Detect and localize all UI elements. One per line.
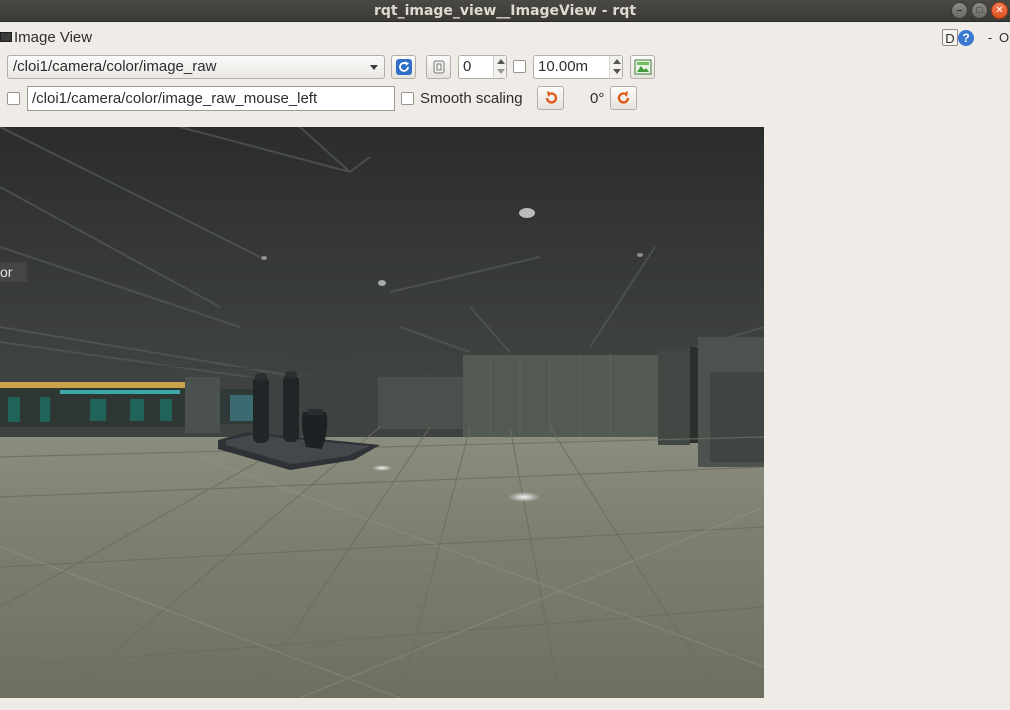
zoom-1-button[interactable] — [426, 55, 451, 79]
image-overlay-label: or — [0, 262, 27, 282]
smooth-scaling-checkbox[interactable] — [401, 92, 414, 105]
topic-select[interactable]: /cloi1/camera/color/image_raw — [7, 55, 385, 79]
window-minimize-button[interactable]: – — [951, 2, 968, 19]
zoom-icon — [433, 60, 444, 74]
plugin-minimize-button[interactable]: - — [985, 29, 995, 46]
help-icon[interactable]: ? — [958, 30, 974, 46]
rotate-right-button[interactable] — [610, 86, 637, 110]
save-image-icon — [634, 59, 651, 75]
rotate-left-icon — [545, 91, 557, 104]
max-range-value: 10.00m — [538, 58, 589, 75]
window-close-button[interactable]: ✕ — [991, 2, 1008, 19]
rotation-label: 0° — [590, 90, 605, 107]
dynamic-range-checkbox[interactable] — [513, 60, 526, 73]
refresh-icon — [395, 59, 412, 75]
frame-spinbox-value: 0 — [463, 58, 472, 75]
plugin-window-icon — [0, 32, 12, 42]
camera-image[interactable] — [0, 127, 764, 698]
chevron-down-icon — [370, 65, 378, 70]
refresh-topics-button[interactable] — [391, 55, 416, 79]
save-image-button[interactable] — [630, 55, 655, 79]
spinbox-arrows[interactable] — [493, 56, 506, 78]
window-maximize-button[interactable]: □ — [971, 2, 988, 19]
rotate-left-button[interactable] — [537, 86, 564, 110]
rotate-right-icon — [617, 91, 629, 104]
window-titlebar: rqt_image_view__ImageView - rqt – □ ✕ — [0, 0, 1010, 22]
max-range-spinbox[interactable]: 10.00m — [533, 55, 623, 79]
plugin-close-button[interactable]: O — [998, 29, 1010, 46]
plugin-title: Image View — [14, 29, 93, 46]
smooth-scaling-label: Smooth scaling — [420, 90, 523, 107]
topic-select-value: /cloi1/camera/color/image_raw — [13, 58, 217, 75]
detach-button[interactable]: D — [942, 29, 958, 46]
mouse-topic-input[interactable]: /cloi1/camera/color/image_raw_mouse_left — [27, 86, 395, 111]
window-title: rqt_image_view__ImageView - rqt — [373, 3, 637, 19]
frame-spinbox[interactable]: 0 — [458, 55, 507, 79]
camera-image-view[interactable]: or — [0, 127, 764, 698]
spinbox-arrows[interactable] — [609, 56, 622, 78]
publish-mouse-checkbox[interactable] — [7, 92, 20, 105]
plugin-header: Image View D ? - O — [0, 28, 1010, 48]
